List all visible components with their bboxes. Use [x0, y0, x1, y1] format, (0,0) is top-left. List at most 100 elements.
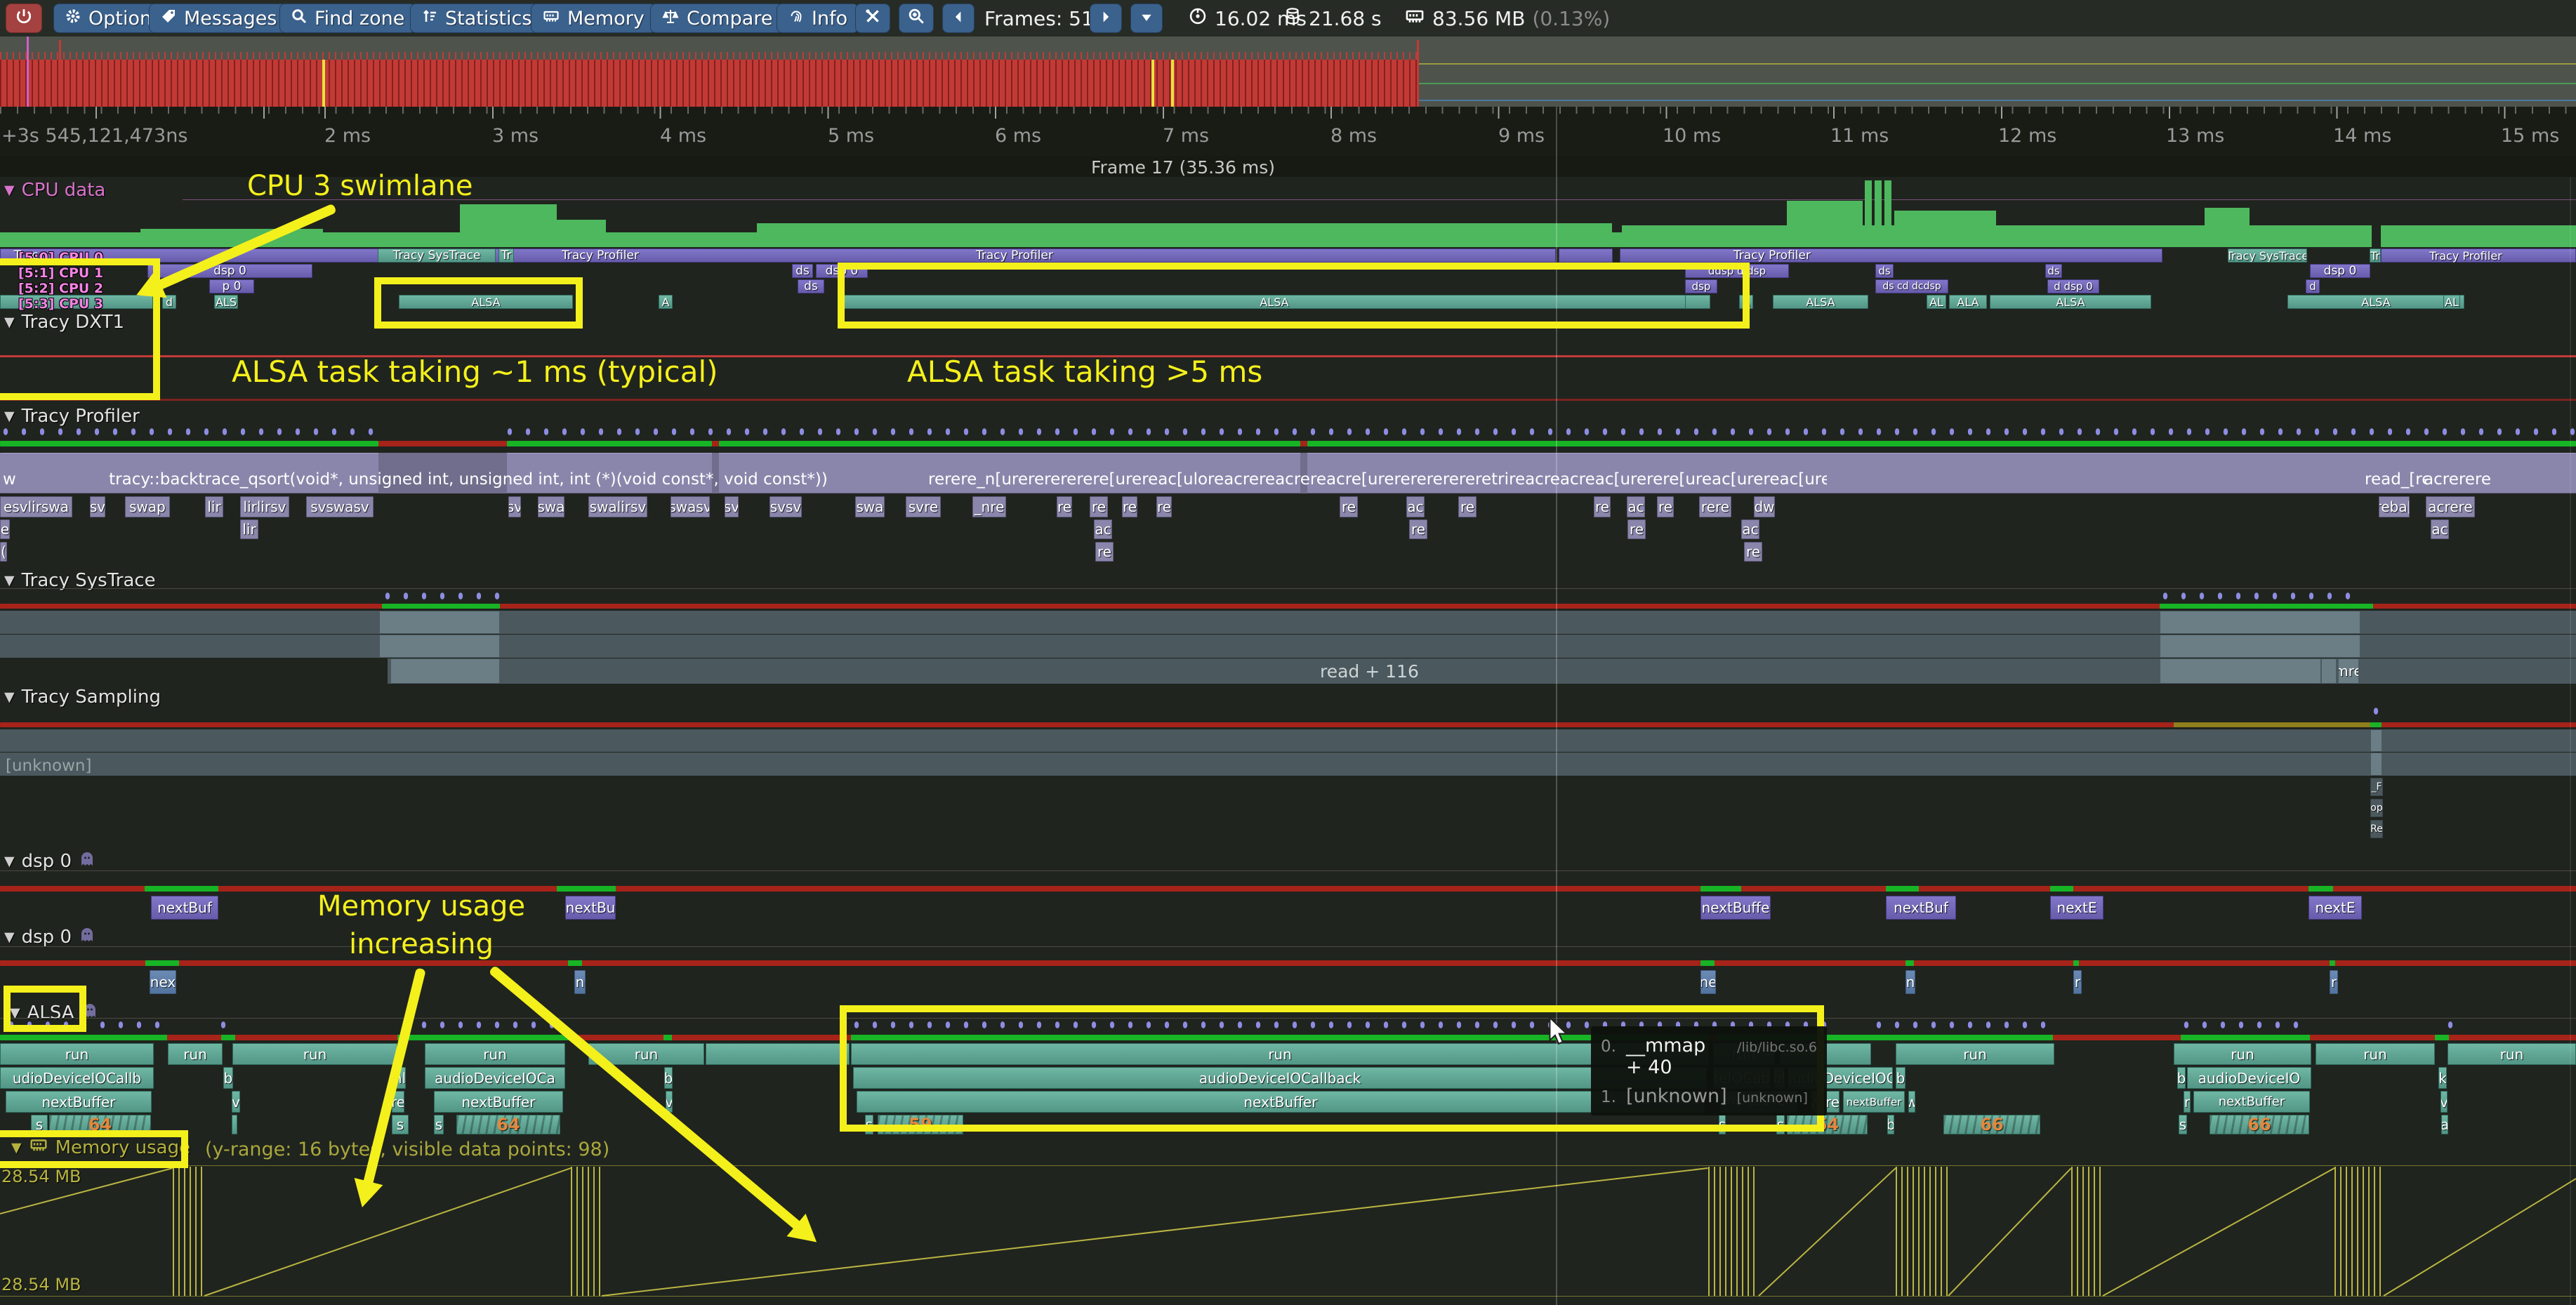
section-header-tracy-sampling[interactable]: ▼Tracy Sampling [4, 687, 161, 708]
cpu0-sched-zone[interactable]: Tracy Profiler [1702, 249, 1842, 263]
dsp0a-status[interactable] [145, 886, 218, 892]
profiler-subzone[interactable]: re [1594, 496, 1611, 517]
cpu1-sched-zone[interactable]: ds [792, 264, 813, 278]
alsa-status[interactable] [221, 1035, 235, 1040]
profiler-subzone-row1[interactable]: esvlirswasvswaplirlirlirsvsvswasvsvswasw… [0, 496, 2576, 517]
profiler-subzone[interactable]: lir [240, 519, 258, 539]
profiler-subzone[interactable]: swap [125, 496, 170, 517]
alsa-zone-nextbuffer[interactable]: v [2440, 1091, 2448, 1113]
dsp0a-status[interactable] [2050, 886, 2073, 892]
cpu0-sched-zone[interactable]: Tr [498, 249, 514, 263]
profiler-subzone[interactable]: re [1458, 496, 1477, 517]
cpu2-sched-zone[interactable]: ds cd dcdsp [1875, 279, 1948, 293]
dsp0b-zone[interactable]: n [1905, 970, 1915, 994]
profiler-subzone[interactable]: re [1156, 496, 1172, 517]
systrace-status[interactable] [2160, 604, 2373, 609]
profiler-subzone[interactable]: ac [2431, 519, 2449, 539]
alsa-zone-run[interactable]: run [2448, 1043, 2576, 1065]
profiler-subzone[interactable]: svsv [770, 496, 802, 517]
dsp0a-zone[interactable]: nextE [2050, 896, 2103, 920]
alsa-zone-nextbuffer[interactable]: re [1825, 1091, 1839, 1113]
alsa-zone-nextbuffer[interactable]: nextBuffer [434, 1091, 563, 1113]
alsa-zone-callback[interactable]: b [223, 1067, 233, 1089]
dsp0b-status[interactable] [1700, 960, 1715, 966]
dsp0a-zone[interactable]: nextBuffe [1700, 896, 1771, 920]
profiler-subzone[interactable]: re [1057, 496, 1072, 517]
profiler-subzone[interactable]: re [1340, 496, 1358, 517]
alsa-zone-run[interactable]: run [1896, 1043, 2054, 1065]
dsp0b-zone[interactable]: r [2330, 970, 2338, 994]
alsa-zone-nextbuffer[interactable]: nextBuffer [2193, 1091, 2310, 1113]
alsa-zone-nextbuffer[interactable]: w [1908, 1091, 1915, 1113]
profiler-subzone[interactable]: sv [90, 496, 105, 517]
profiler-subzone[interactable]: dw [1754, 496, 1775, 517]
profiler-subzone[interactable]: lirlirsv [240, 496, 289, 517]
alsa-zone-run[interactable] [706, 1043, 850, 1065]
alsa-zone-callback[interactable]: k [2438, 1067, 2447, 1089]
dsp0b-zone[interactable]: nex [150, 970, 176, 994]
profiler-subzone[interactable]: svswasv [306, 496, 374, 517]
dsp0a-status[interactable] [2309, 886, 2333, 892]
dsp0a-zone[interactable]: nextBuf [151, 896, 218, 920]
alsa-zone-nextbuffer[interactable]: v [232, 1091, 240, 1113]
sampling-zone[interactable] [2370, 729, 2382, 752]
sampling-zone[interactable] [2370, 753, 2382, 776]
alsa-zone-callback[interactable]: b [664, 1067, 673, 1089]
profiler-status[interactable] [507, 441, 712, 446]
sampling-row2[interactable] [0, 753, 2576, 776]
systrace-row1[interactable] [0, 611, 2576, 634]
profiler-subzone[interactable]: swalirsv [588, 496, 647, 517]
alsa-zone-callback[interactable]: audioDeviceIOCa [425, 1067, 565, 1089]
statistics-button[interactable]: Statistics [410, 4, 543, 33]
alsa-zone-nextbuffer[interactable]: r [2184, 1091, 2191, 1113]
alsa-zone-nextbuffer[interactable]: nextBuffer [1843, 1091, 1905, 1113]
dsp0b-status[interactable] [0, 960, 2576, 966]
alsa-zone-nextbuffer[interactable]: nextBuffer [6, 1091, 152, 1113]
dsp0b-zone[interactable]: r [2073, 970, 2082, 994]
section-header-tracy-profiler[interactable]: ▼Tracy Profiler [4, 406, 140, 427]
section-header-dsp0-a[interactable]: ▼dsp 0 [4, 849, 95, 873]
dsp0a-zone[interactable]: nextE [2309, 896, 2362, 920]
profiler-subzone[interactable]: ac [1627, 496, 1645, 517]
alsa-status[interactable] [0, 1035, 167, 1040]
profiler-subzone[interactable]: re [1657, 496, 1674, 517]
dsp0a-status[interactable] [1700, 886, 1741, 892]
cpu0-sched-zone[interactable]: Tracy Profiler [937, 249, 1092, 263]
frame-dropdown-button[interactable] [1130, 4, 1163, 33]
profiler-subzone[interactable]: re [1627, 519, 1646, 539]
cpu2-sched-zone[interactable]: p 0 [209, 279, 254, 293]
systrace-zone[interactable] [379, 611, 500, 634]
profiler-subzone-row2[interactable]: eliracrereacac [0, 519, 2576, 539]
info-button[interactable]: Info [777, 4, 859, 33]
alsa-zone-run[interactable]: run [2316, 1043, 2435, 1065]
dsp0a-status[interactable] [1886, 886, 1919, 892]
cpu3-sched-zone[interactable]: ALS [214, 295, 238, 309]
systrace-zone[interactable]: mre [2338, 658, 2359, 684]
systrace-zone[interactable] [390, 658, 500, 684]
alsa-zone-value[interactable]: 66 [1943, 1115, 2040, 1134]
dsp0b-status[interactable] [1905, 960, 1914, 966]
alsa-zone-callback[interactable]: audioDeviceIO [2187, 1067, 2311, 1089]
alsa-zone-run[interactable]: run [2174, 1043, 2311, 1065]
profiler-status[interactable] [378, 441, 507, 446]
profiler-status[interactable] [712, 441, 719, 446]
profiler-subzone[interactable]: lir [205, 496, 223, 517]
profiler-subzone-row3[interactable]: (rere [0, 542, 2576, 562]
profiler-subzone[interactable]: reba[ [2379, 496, 2410, 517]
dsp0b-status[interactable] [145, 960, 179, 966]
alsa-status[interactable] [663, 1035, 672, 1040]
sampling-stack-zone[interactable]: Re [2370, 820, 2383, 838]
profiler-subzone[interactable]: e [0, 519, 10, 539]
alsa-zone-callback[interactable]: b [2177, 1067, 2186, 1089]
alsa-zone-value[interactable]: b [1887, 1115, 1894, 1134]
systrace-zone[interactable] [2160, 635, 2360, 658]
profiler-subzone[interactable]: ac [1741, 519, 1759, 539]
alsa-status[interactable] [2435, 1035, 2449, 1040]
systrace-row2[interactable] [0, 635, 2576, 658]
alsa-zone-value[interactable]: s [392, 1115, 409, 1134]
messages-button[interactable]: Messages [149, 4, 288, 33]
alsa-zone-value[interactable]: s [434, 1115, 444, 1134]
profiler-status[interactable] [719, 441, 1300, 446]
profiler-subzone[interactable]: acrere [2426, 496, 2475, 517]
alsa-zone-value[interactable] [232, 1115, 237, 1134]
